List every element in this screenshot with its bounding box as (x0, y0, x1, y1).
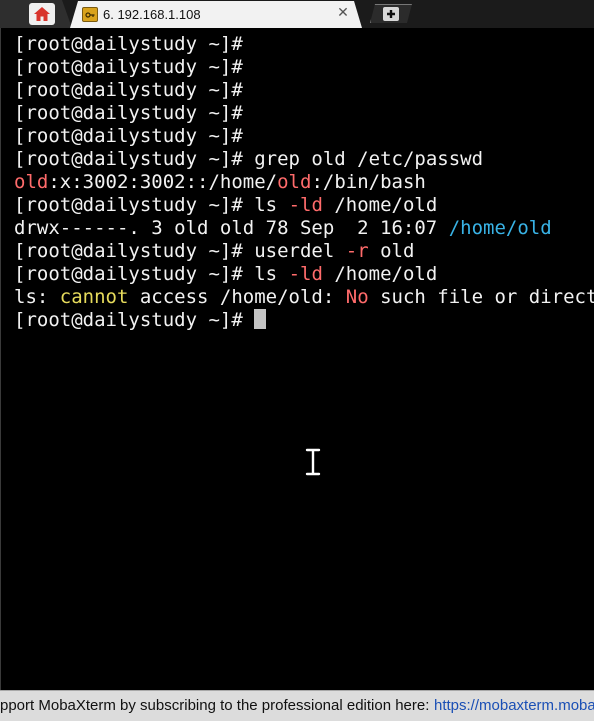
home-icon (34, 7, 50, 21)
terminal-line: [root@dailystudy ~]# (14, 79, 594, 102)
terminal-output: [root@dailystudy ~]# [root@dailystudy ~]… (14, 33, 594, 332)
output-text: :/bin/bash (311, 171, 426, 193)
match-highlight: old (14, 171, 49, 193)
terminal-line: [root@dailystudy ~]# ls -ld /home/old (14, 194, 594, 217)
command-option: -r (345, 240, 369, 262)
terminal-line: [root@dailystudy ~]# (14, 33, 594, 56)
prompt: [root@dailystudy ~]# (14, 56, 243, 78)
prompt: [root@dailystudy ~]# (14, 148, 243, 170)
prompt: [root@dailystudy ~]# (14, 33, 243, 55)
error-keyword: No (345, 286, 369, 308)
new-tab-button[interactable] (370, 4, 412, 23)
directory-path: /home/old (448, 217, 552, 239)
promo-text: pport MobaXterm by subscribing to the pr… (0, 697, 430, 714)
ibeam-cursor-icon (304, 448, 322, 476)
prompt: [root@dailystudy ~]# (14, 309, 243, 331)
command-arg: /home/old (322, 263, 438, 285)
terminal-line: ls: cannot access /home/old: No such fil… (14, 286, 594, 309)
prompt: [root@dailystudy ~]# (14, 263, 243, 285)
prompt: [root@dailystudy ~]# (14, 125, 243, 147)
close-tab-button[interactable]: ✕ (336, 5, 350, 21)
promo-banner: pport MobaXterm by subscribing to the pr… (0, 690, 594, 721)
terminal-line: [root@dailystudy ~]# (14, 102, 594, 125)
command-arg: old (368, 240, 415, 262)
command-text: userdel (254, 240, 346, 262)
terminal-line: drwx------. 3 old old 78 Sep 2 16:07 /ho… (14, 217, 594, 240)
plus-icon (383, 7, 399, 21)
terminal-line: [root@dailystudy ~]# grep old /etc/passw… (14, 148, 594, 171)
terminal-line: [root@dailystudy ~]# (14, 125, 594, 148)
tab-session[interactable]: 6. 192.168.1.108 ✕ (70, 1, 362, 28)
text-cursor (254, 309, 267, 329)
home-button[interactable] (29, 3, 55, 25)
output-text: ls: (14, 286, 60, 308)
promo-link[interactable]: https://mobaxterm.moba (434, 697, 594, 714)
terminal-line: [root@dailystudy ~]# ls -ld /home/old (14, 263, 594, 286)
key-icon (82, 7, 98, 22)
terminal-line: [root@dailystudy ~]# (14, 309, 594, 332)
match-highlight: old (277, 171, 312, 193)
command-option: -ld (288, 194, 323, 216)
command-text: ls (254, 194, 289, 216)
output-text: such file or direct (368, 286, 594, 308)
prompt: [root@dailystudy ~]# (14, 240, 243, 262)
output-text: :x:3002:3002::/home/ (48, 171, 278, 193)
output-text: drwx------. 3 old old 78 Sep 2 16:07 (14, 217, 449, 239)
prompt: [root@dailystudy ~]# (14, 194, 243, 216)
terminal-line: old:x:3002:3002::/home/old:/bin/bash (14, 171, 594, 194)
prompt: [root@dailystudy ~]# (14, 102, 243, 124)
home-tab[interactable] (0, 0, 72, 28)
command-arg: /home/old (322, 194, 438, 216)
terminal-line: [root@dailystudy ~]# (14, 56, 594, 79)
terminal-area[interactable]: [root@dailystudy ~]# [root@dailystudy ~]… (0, 28, 594, 690)
command-option: -ld (288, 263, 323, 285)
command-text: ls (254, 263, 289, 285)
error-keyword: cannot (59, 286, 129, 308)
tab-bar: 6. 192.168.1.108 ✕ (0, 0, 594, 29)
tab-session-title: 6. 192.168.1.108 (103, 7, 201, 22)
terminal-line: [root@dailystudy ~]# userdel -r old (14, 240, 594, 263)
prompt: [root@dailystudy ~]# (14, 79, 243, 101)
output-text: access /home/old: (128, 286, 346, 308)
command-text: grep old /etc/passwd (254, 148, 484, 170)
